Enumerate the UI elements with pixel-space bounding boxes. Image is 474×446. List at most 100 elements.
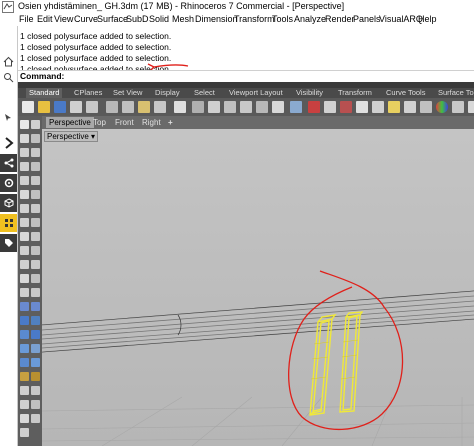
extrude-icon[interactable] [20,232,29,241]
patch-icon[interactable] [20,260,29,269]
explode-icon[interactable] [31,414,40,423]
cylinder-icon[interactable] [31,302,40,311]
osnap-icon[interactable] [340,101,352,113]
curve-icon[interactable] [20,148,29,157]
cursor-icon[interactable] [0,108,17,126]
share-icon[interactable] [0,154,17,172]
sphere-icon[interactable] [20,316,29,325]
viewport-tab-top[interactable]: Top [93,118,106,127]
viewport-tab-perspective[interactable]: Perspective [46,117,94,128]
viewport-label[interactable]: Perspective ▾ [44,131,99,142]
loft-icon[interactable] [31,232,40,241]
properties-icon[interactable] [372,101,384,113]
paste-icon[interactable] [138,101,150,113]
scale-icon[interactable] [31,386,40,395]
polyline-icon[interactable] [20,134,29,143]
hide-icon[interactable] [404,101,416,113]
fillet-icon[interactable] [20,204,29,213]
rotate-icon[interactable] [20,386,29,395]
tab-curve-tools[interactable]: Curve Tools [386,88,425,98]
text-icon[interactable] [31,204,40,213]
tab-display[interactable]: Display [155,88,180,98]
zoom-icon[interactable] [224,101,236,113]
select-arrow-icon[interactable] [20,120,29,129]
menu-visualarq[interactable]: VisualARQ [379,14,423,24]
command-input[interactable] [58,71,258,82]
undo-icon[interactable] [154,101,166,113]
cone-icon[interactable] [31,316,40,325]
tab-cplanes[interactable]: CPlanes [74,88,102,98]
offset-icon[interactable] [31,190,40,199]
boolean-union-icon[interactable] [20,330,29,339]
perspective-viewport[interactable] [42,129,474,446]
tab-transform[interactable]: Transform [338,88,372,98]
tag-icon[interactable] [0,234,17,252]
grid-plugin-icon[interactable] [0,214,17,232]
rectangle-icon[interactable] [20,176,29,185]
new-file-icon[interactable] [22,101,34,113]
blend-srf-icon[interactable] [31,274,40,283]
box-icon[interactable] [20,302,29,311]
rotate-view-icon[interactable] [208,101,220,113]
line-icon[interactable] [31,134,40,143]
point-icon[interactable] [31,120,40,129]
tab-select[interactable]: Select [194,88,215,98]
tab-standard[interactable]: Standard [26,88,63,98]
tab-visibility[interactable]: Visibility [296,88,323,98]
cut-icon[interactable] [106,101,118,113]
import-icon[interactable] [86,101,98,113]
copy-object-icon[interactable] [31,372,40,381]
print-icon[interactable] [70,101,82,113]
array-icon[interactable] [31,400,40,409]
mirror-icon[interactable] [20,400,29,409]
freeform-icon[interactable] [20,190,29,199]
viewport-tab-front[interactable]: Front [115,118,134,127]
gear-icon[interactable] [0,174,17,192]
surface-icon[interactable] [31,260,40,269]
polygon-icon[interactable] [31,176,40,185]
join-icon[interactable] [20,414,29,423]
zoom-extents-icon[interactable] [256,101,268,113]
tab-viewport-layout[interactable]: Viewport Layout [229,88,283,98]
add-viewport-button[interactable]: + [168,118,173,127]
shell-icon[interactable] [31,358,40,367]
lock-icon[interactable] [420,101,432,113]
tab-surface-tools[interactable]: Surface Tools [438,88,474,98]
four-views-icon[interactable] [290,101,302,113]
menu-analyze[interactable]: Analyze [294,14,326,24]
sweep-icon[interactable] [31,246,40,255]
zoom-window-icon[interactable] [240,101,252,113]
mesh-icon[interactable] [31,344,40,353]
chevron-right-icon[interactable] [0,132,17,154]
network-srf-icon[interactable] [20,274,29,283]
open-folder-icon[interactable] [38,101,50,113]
boolean-intersection-icon[interactable] [20,344,29,353]
save-icon[interactable] [54,101,66,113]
circle-icon[interactable] [31,148,40,157]
copy-icon[interactable] [122,101,134,113]
cplane-icon[interactable] [308,101,320,113]
group-icon[interactable] [20,428,29,437]
color-wheel-icon[interactable] [436,101,448,113]
menu-transform[interactable]: Transform [234,14,275,24]
pan-icon[interactable] [192,101,204,113]
menu-panels[interactable]: Panels [353,14,381,24]
zoom-selected-icon[interactable] [272,101,284,113]
menu-tools[interactable]: Tools [272,14,293,24]
menu-render[interactable]: Render [325,14,355,24]
select-icon[interactable] [174,101,186,113]
search-icon[interactable] [0,68,17,86]
trim-icon[interactable] [20,288,29,297]
viewport-tab-right[interactable]: Right [142,118,161,127]
arc-icon[interactable] [20,162,29,171]
move-icon[interactable] [20,372,29,381]
layer-icon[interactable] [356,101,368,113]
menu-help[interactable]: Help [418,14,437,24]
light-bulb-icon[interactable] [388,101,400,113]
split-icon[interactable] [31,288,40,297]
hatch-icon[interactable] [20,218,29,227]
render-icon[interactable] [452,101,464,113]
dimension-icon[interactable] [31,218,40,227]
cap-icon[interactable] [20,358,29,367]
material-icon[interactable] [468,101,474,113]
